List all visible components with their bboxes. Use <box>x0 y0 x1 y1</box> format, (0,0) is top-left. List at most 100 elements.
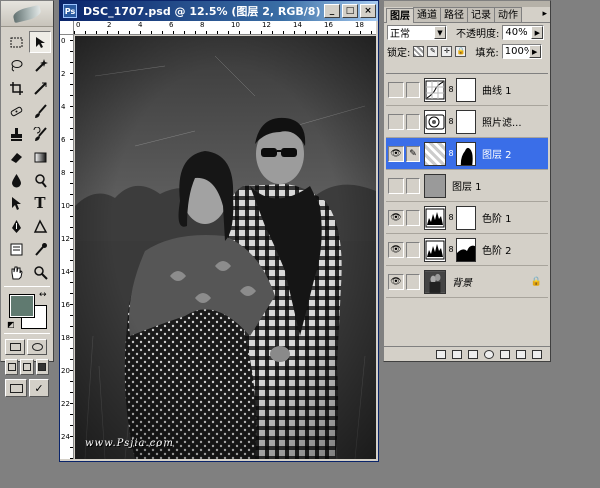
tab-layers[interactable]: 图层 <box>386 8 414 23</box>
eye-icon[interactable]: 👁 <box>388 209 404 226</box>
tab-paths[interactable]: 路径 <box>440 7 468 22</box>
path-selection-icon[interactable] <box>5 192 27 214</box>
layer-mask-thumbnail[interactable] <box>456 205 476 230</box>
document-window: Ps DSC_1707.psd @ 12.5% (图层 2, RGB/8) _ … <box>59 0 379 462</box>
opacity-input[interactable]: 40% ▶ <box>502 25 545 40</box>
minimize-button[interactable]: _ <box>324 4 340 18</box>
brush-icon[interactable] <box>29 100 51 122</box>
new-group-icon[interactable] <box>500 349 510 359</box>
layer-mask-thumbnail[interactable] <box>456 141 476 166</box>
standard-mode-button[interactable] <box>5 339 25 355</box>
fullscreen-button[interactable] <box>35 359 49 375</box>
image-canvas[interactable]: www.Psjia.com <box>75 36 376 459</box>
tools-palette-header[interactable] <box>1 1 53 27</box>
link-layers-icon[interactable] <box>436 349 446 359</box>
blur-icon[interactable] <box>5 169 27 191</box>
brush-icon[interactable]: ✎ <box>406 145 420 162</box>
ruler-origin[interactable] <box>60 21 74 35</box>
lock-transparency-icon[interactable] <box>413 46 425 57</box>
ruler-v-label: 0 <box>61 37 66 45</box>
layer-name: 图层 1 <box>452 182 482 193</box>
tab-channels[interactable]: 通道 <box>413 7 441 22</box>
jump-to-imageready-button[interactable] <box>5 379 27 397</box>
standard-screen-button[interactable] <box>5 359 19 375</box>
eye-icon[interactable]: 👁 <box>388 145 404 162</box>
lock-position-icon[interactable]: ✛ <box>441 46 453 57</box>
lock-all-icon[interactable]: 🔒 <box>455 46 467 57</box>
layer-row[interactable]: 👁 8 色阶 1 <box>386 202 548 234</box>
blend-row: 正常 ▼ 不透明度: 40% ▶ <box>384 23 550 42</box>
ruler-v-label: 14 <box>61 268 70 276</box>
marquee-icon[interactable] <box>5 31 27 53</box>
eye-icon[interactable]: 👁 <box>388 241 404 258</box>
notes-icon[interactable] <box>5 238 27 260</box>
adjustment-layer-icon[interactable] <box>484 349 494 359</box>
layer-row-selected[interactable]: 👁 ✎ 8 图层 2 <box>386 138 548 170</box>
photo-filter-adjustment-icon <box>424 109 446 134</box>
visibility-toggle[interactable] <box>388 113 404 130</box>
visibility-toggle[interactable] <box>388 177 404 194</box>
fill-input[interactable]: 100% ▶ <box>501 44 542 59</box>
ruler-h-label: 12 <box>262 21 271 29</box>
swap-colors-icon[interactable]: ↔ <box>39 290 47 300</box>
layer-style-icon[interactable] <box>452 349 462 359</box>
layer-mask-thumbnail[interactable] <box>456 237 476 262</box>
slice-icon[interactable] <box>29 77 51 99</box>
shape-icon[interactable] <box>29 215 51 237</box>
imageready-icon[interactable]: ✓ <box>29 379 49 397</box>
ruler-h-label: 8 <box>200 21 205 29</box>
crop-icon[interactable] <box>5 77 27 99</box>
panel-menu-arrow-icon[interactable]: ▸ <box>542 7 550 22</box>
hand-icon[interactable] <box>5 261 27 283</box>
blend-mode-select[interactable]: 正常 ▼ <box>387 25 447 40</box>
link-toggle[interactable] <box>406 177 420 194</box>
type-icon[interactable]: T <box>29 192 51 214</box>
jump-row: ✓ <box>1 377 53 399</box>
fullscreen-menu-button[interactable] <box>20 359 34 375</box>
link-toggle[interactable] <box>406 81 420 98</box>
chevron-down-icon: ▼ <box>434 26 446 39</box>
link-toggle[interactable] <box>406 241 420 258</box>
eye-icon[interactable]: 👁 <box>388 273 404 290</box>
foreground-color-swatch[interactable] <box>9 294 35 318</box>
add-mask-icon[interactable] <box>468 349 478 359</box>
link-toggle[interactable] <box>406 209 420 226</box>
layer-row[interactable]: 👁 8 色阶 2 <box>386 234 548 266</box>
link-toggle[interactable] <box>406 273 420 290</box>
link-toggle[interactable] <box>406 113 420 130</box>
layer-row[interactable]: 8 照片滤... <box>386 106 548 138</box>
gradient-icon[interactable] <box>29 146 51 168</box>
close-button[interactable]: × <box>360 4 376 18</box>
lasso-icon[interactable] <box>5 54 27 76</box>
lock-pixels-icon[interactable]: ✎ <box>427 46 439 57</box>
eyedropper-icon[interactable] <box>29 238 51 260</box>
default-colors-icon[interactable]: ◩ <box>7 320 15 329</box>
vertical-ruler[interactable]: 0 2 4 6 8 10 12 14 16 18 20 22 24 <box>60 35 74 459</box>
delete-layer-icon[interactable] <box>532 349 542 359</box>
eraser-icon[interactable] <box>5 146 27 168</box>
maximize-button[interactable]: □ <box>342 4 358 18</box>
lock-icon: 🔒 <box>530 276 542 287</box>
ruler-v-label: 22 <box>61 400 70 408</box>
new-layer-icon[interactable] <box>516 349 526 359</box>
healing-brush-icon[interactable] <box>5 100 27 122</box>
layer-row[interactable]: 8 曲线 1 <box>386 74 548 106</box>
dodge-icon[interactable] <box>29 169 51 191</box>
ruler-h-label: 0 <box>76 21 81 29</box>
quick-mask-button[interactable] <box>27 339 47 355</box>
document-titlebar[interactable]: Ps DSC_1707.psd @ 12.5% (图层 2, RGB/8) _ … <box>60 1 378 21</box>
history-brush-icon[interactable] <box>29 123 51 145</box>
layer-row[interactable]: 图层 1 <box>386 170 548 202</box>
tab-history[interactable]: 记录 <box>467 7 495 22</box>
clone-stamp-icon[interactable] <box>5 123 27 145</box>
visibility-toggle[interactable] <box>388 81 404 98</box>
layer-mask-thumbnail[interactable] <box>456 77 476 102</box>
horizontal-ruler[interactable]: 0 2 4 6 8 10 12 14 16 18 <box>74 21 376 35</box>
move-icon[interactable] <box>29 31 51 53</box>
tab-actions[interactable]: 动作 <box>494 7 522 22</box>
zoom-icon[interactable] <box>29 261 51 283</box>
layer-mask-thumbnail[interactable] <box>456 109 476 134</box>
layer-row[interactable]: 👁 背景 🔒 <box>386 266 548 298</box>
magic-wand-icon[interactable] <box>29 54 51 76</box>
pen-icon[interactable] <box>5 215 27 237</box>
